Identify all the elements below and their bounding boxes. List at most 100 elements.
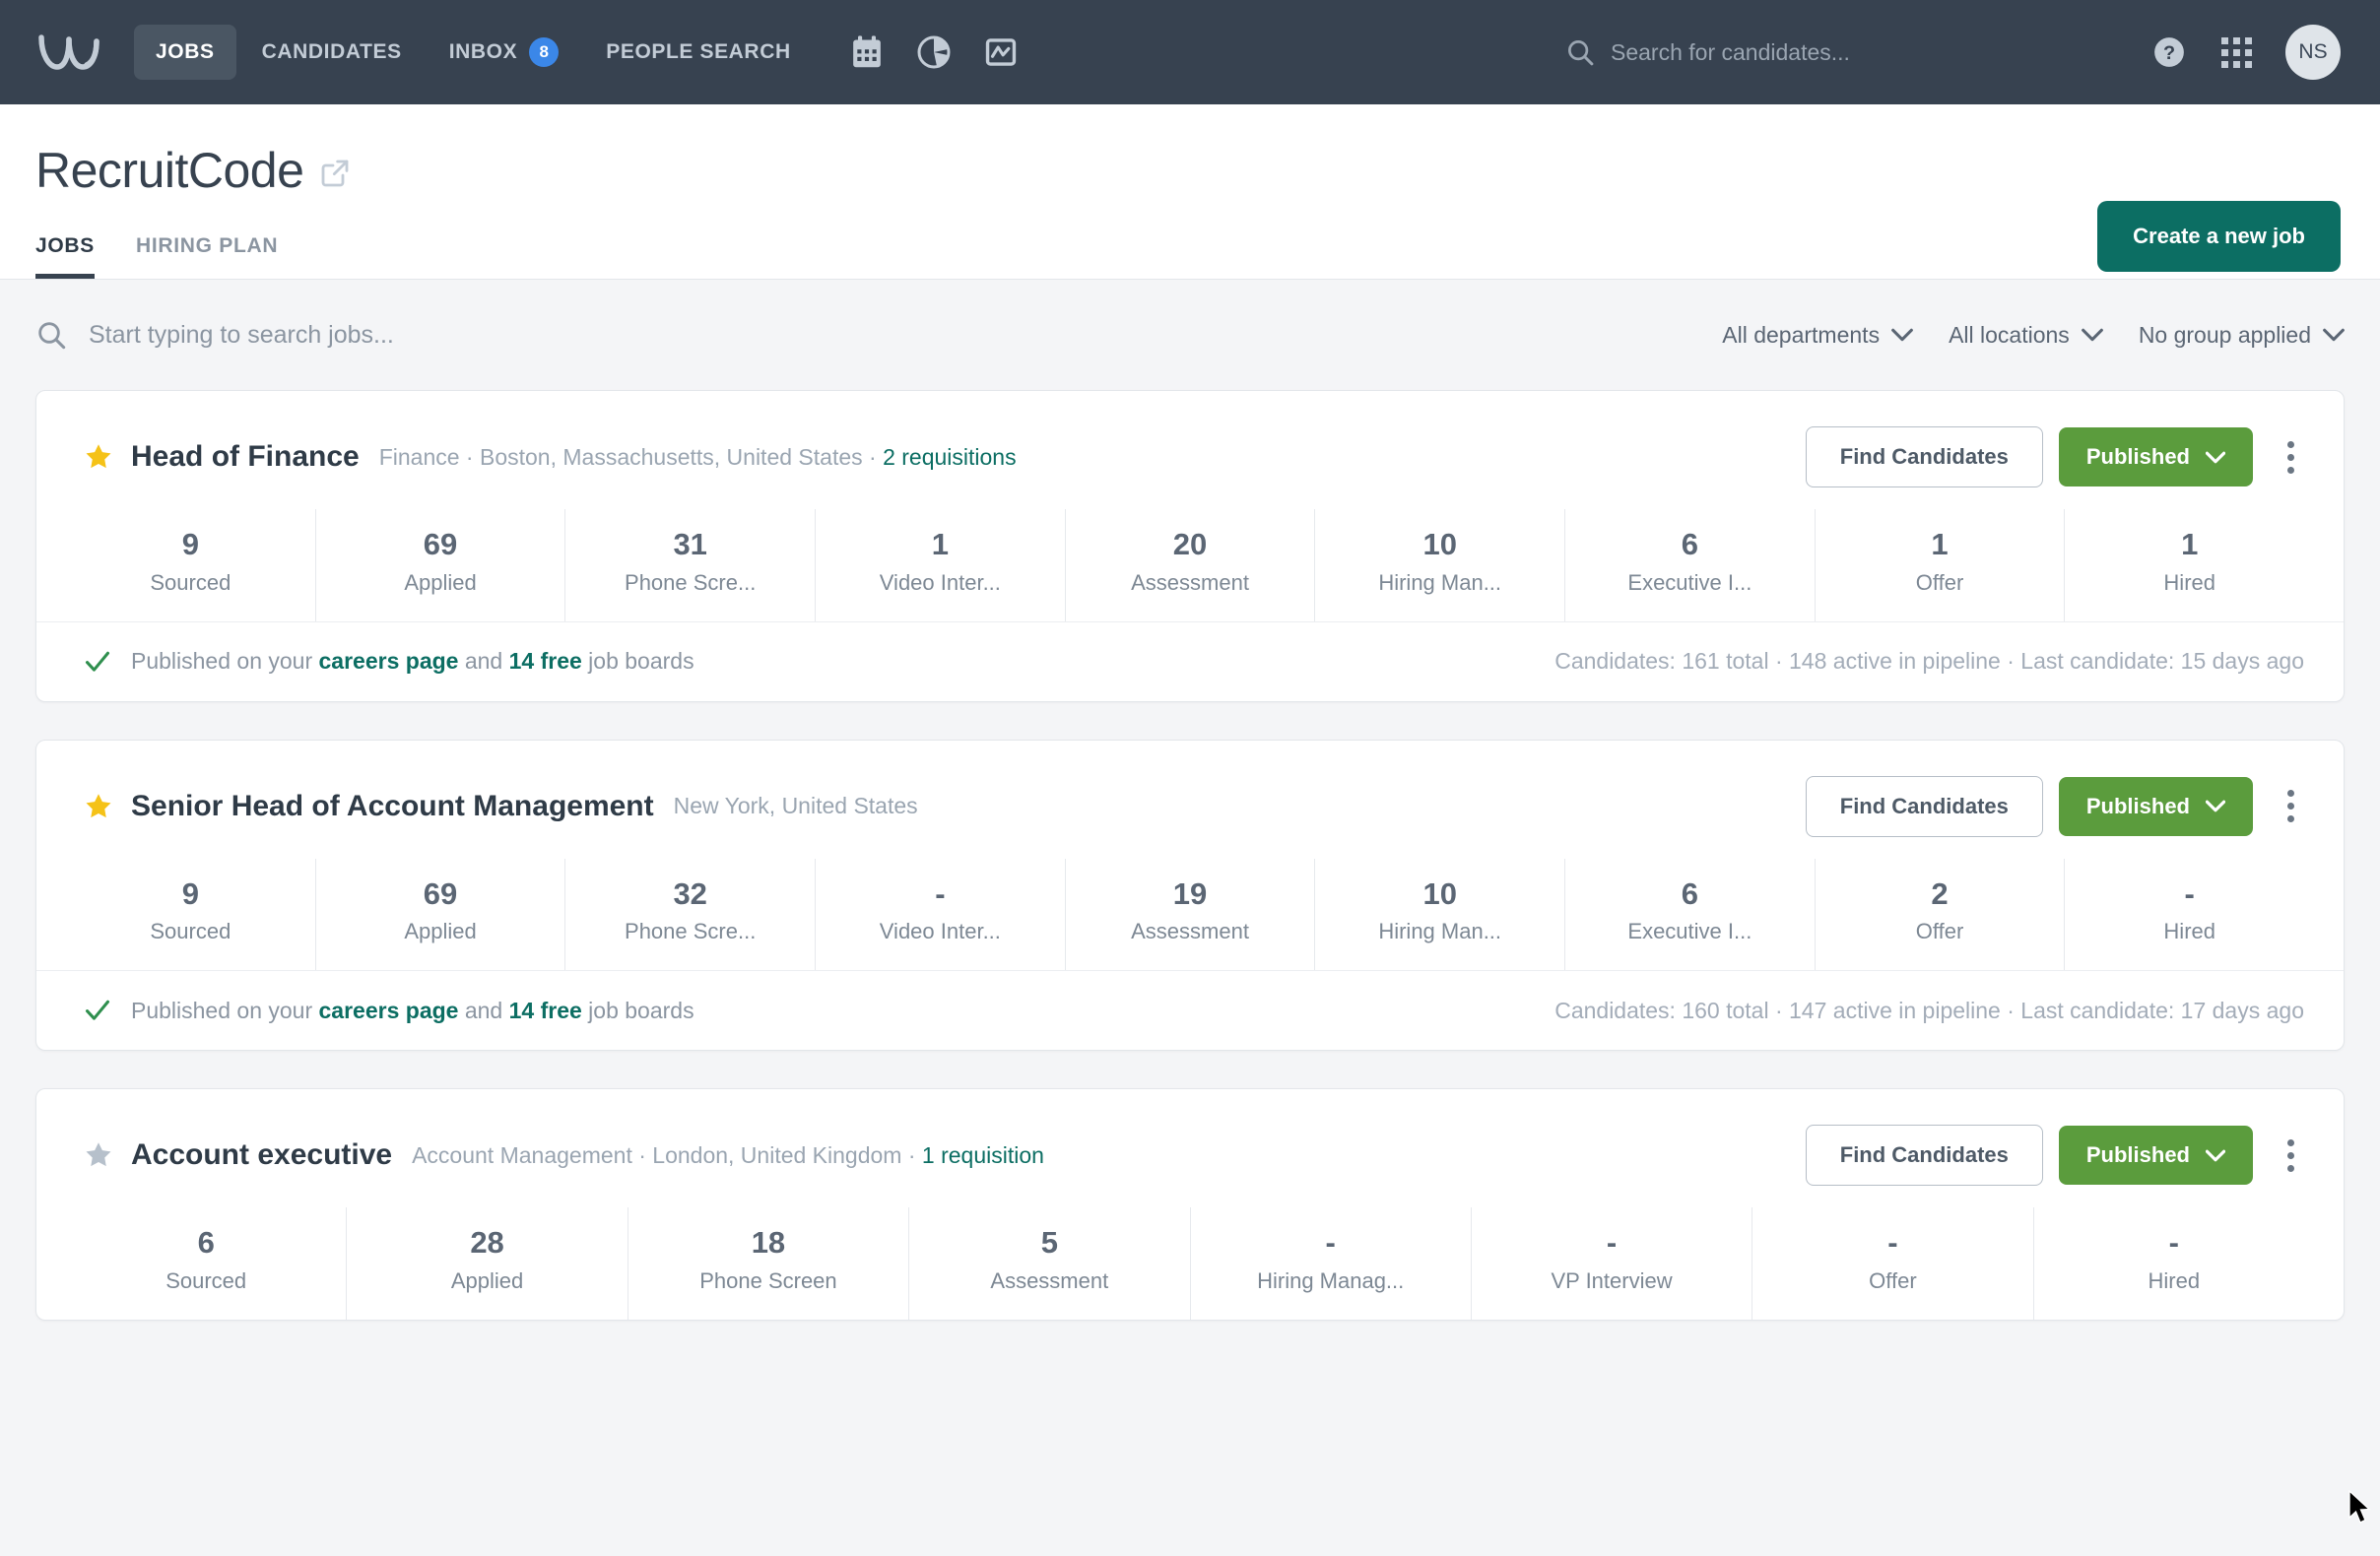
pipeline-stats-row: 9 Sourced 69 Applied 31 Phone Scre... 1 …: [36, 509, 2344, 621]
publish-text: Published on your careers page and 14 fr…: [131, 648, 694, 675]
requisitions-link[interactable]: 2 requisitions: [883, 444, 1017, 470]
pipeline-stage-stat[interactable]: 32 Phone Scre...: [565, 859, 816, 971]
job-card: Account executive Account Management · L…: [35, 1088, 2345, 1321]
analytics-icon[interactable]: [982, 33, 1020, 71]
pipeline-stage-label: Hiring Manag...: [1197, 1268, 1465, 1294]
find-candidates-button[interactable]: Find Candidates: [1806, 1125, 2043, 1186]
chevron-down-icon: [1891, 328, 1913, 342]
page-title: RecruitCode: [35, 142, 303, 199]
pipeline-stage-stat[interactable]: 6 Executive I...: [1565, 859, 1816, 971]
pipeline-stage-stat[interactable]: 18 Phone Screen: [628, 1207, 909, 1320]
nav-item-people-search[interactable]: PEOPLE SEARCH: [584, 25, 813, 80]
external-link-icon[interactable]: [319, 152, 351, 189]
pipeline-stage-stat[interactable]: - Hiring Manag...: [1191, 1207, 1472, 1320]
pipeline-stage-label: Phone Scre...: [571, 919, 809, 944]
check-icon: [84, 648, 111, 676]
tab-hiring-plan-label: HIRING PLAN: [136, 234, 278, 257]
pipeline-stage-stat[interactable]: 9 Sourced: [66, 509, 316, 621]
careers-page-link[interactable]: careers page: [319, 998, 459, 1023]
pipeline-stage-stat[interactable]: 6 Executive I...: [1565, 509, 1816, 621]
help-icon[interactable]: ?: [2150, 33, 2188, 71]
pipeline-stage-stat[interactable]: 5 Assessment: [909, 1207, 1190, 1320]
job-more-options-button[interactable]: [2269, 781, 2312, 832]
pipeline-stage-count: 10: [1321, 527, 1558, 562]
chevron-down-icon: [2082, 328, 2103, 342]
requisitions-link[interactable]: 1 requisition: [922, 1142, 1044, 1168]
inbox-unread-badge: 8: [529, 37, 559, 67]
pipeline-stage-stat[interactable]: 9 Sourced: [66, 859, 316, 971]
calendar-icon[interactable]: [848, 33, 886, 71]
primary-nav-items: JOBS CANDIDATES INBOX 8 PEOPLE SEARCH: [134, 22, 813, 83]
pipeline-stage-stat[interactable]: - VP Interview: [1472, 1207, 1752, 1320]
published-status-label: Published: [2086, 444, 2190, 470]
published-status-button[interactable]: Published: [2059, 1126, 2253, 1185]
locations-filter[interactable]: All locations: [1949, 322, 2103, 349]
tab-jobs[interactable]: JOBS: [35, 234, 95, 279]
published-status-button[interactable]: Published: [2059, 777, 2253, 836]
pipeline-stage-stat[interactable]: 6 Sourced: [66, 1207, 347, 1320]
pipeline-stage-stat[interactable]: 69 Applied: [316, 859, 566, 971]
pipeline-stage-stat[interactable]: 31 Phone Scre...: [565, 509, 816, 621]
publish-status: Published on your careers page and 14 fr…: [84, 648, 694, 676]
pipeline-stage-count: 9: [72, 876, 309, 912]
nav-item-people-search-label: PEOPLE SEARCH: [606, 40, 791, 64]
job-title[interactable]: Senior Head of Account Management: [131, 790, 654, 823]
published-status-label: Published: [2086, 794, 2190, 819]
group-filter-label: No group applied: [2139, 322, 2311, 349]
pipeline-stage-stat[interactable]: 1 Hired: [2065, 509, 2314, 621]
star-outline-icon[interactable]: [84, 1140, 113, 1170]
pipeline-stage-count: 5: [915, 1225, 1183, 1261]
pipeline-stage-stat[interactable]: 28 Applied: [347, 1207, 628, 1320]
workable-logo[interactable]: [30, 23, 114, 82]
pipeline-stage-label: Hired: [2071, 570, 2308, 596]
pipeline-stage-stat[interactable]: 2 Offer: [1816, 859, 2066, 971]
careers-page-link[interactable]: careers page: [319, 648, 459, 674]
pipeline-stage-stat[interactable]: - Hired: [2065, 859, 2314, 971]
nav-item-candidates[interactable]: CANDIDATES: [240, 25, 424, 80]
job-more-options-button[interactable]: [2269, 1130, 2312, 1181]
chevron-down-icon: [2323, 328, 2345, 342]
pipeline-stage-label: Hiring Man...: [1321, 919, 1558, 944]
apps-grid-icon[interactable]: [2221, 37, 2252, 68]
job-title[interactable]: Head of Finance: [131, 440, 360, 474]
free-boards-link[interactable]: 14 free: [509, 998, 582, 1023]
jobs-search-input[interactable]: Start typing to search jobs...: [35, 319, 1722, 351]
pipeline-stage-stat[interactable]: 1 Video Inter...: [816, 509, 1066, 621]
pipeline-stage-stat[interactable]: 10 Hiring Man...: [1315, 859, 1565, 971]
published-status-button[interactable]: Published: [2059, 427, 2253, 486]
departments-filter[interactable]: All departments: [1722, 322, 1913, 349]
create-new-job-button[interactable]: Create a new job: [2097, 201, 2341, 272]
pipeline-stage-stat[interactable]: 69 Applied: [316, 509, 566, 621]
pipeline-stage-count: 6: [1571, 876, 1809, 912]
pipeline-stage-stat[interactable]: - Offer: [1752, 1207, 2033, 1320]
job-card-header: Account executive Account Management · L…: [36, 1089, 2344, 1186]
pipeline-stage-count: 20: [1072, 527, 1309, 562]
star-filled-icon[interactable]: [84, 442, 113, 472]
search-icon: [1565, 37, 1595, 67]
job-card-header: Senior Head of Account Management New Yo…: [36, 741, 2344, 837]
pipeline-stage-stat[interactable]: 1 Offer: [1816, 509, 2066, 621]
pipeline-stage-count: -: [2071, 876, 2308, 912]
find-candidates-button[interactable]: Find Candidates: [1806, 776, 2043, 837]
job-card-actions: Find Candidates Published: [1806, 776, 2312, 837]
pipeline-stage-stat[interactable]: - Video Inter...: [816, 859, 1066, 971]
nav-item-inbox[interactable]: INBOX 8: [428, 22, 581, 83]
pipeline-stage-stat[interactable]: 19 Assessment: [1066, 859, 1316, 971]
find-candidates-button[interactable]: Find Candidates: [1806, 426, 2043, 487]
avatar[interactable]: NS: [2285, 25, 2341, 80]
tab-hiring-plan[interactable]: HIRING PLAN: [136, 234, 278, 279]
job-more-options-button[interactable]: [2269, 431, 2312, 483]
group-filter[interactable]: No group applied: [2139, 322, 2345, 349]
pipeline-stage-stat[interactable]: 20 Assessment: [1066, 509, 1316, 621]
star-filled-icon[interactable]: [84, 792, 113, 821]
pie-chart-icon[interactable]: [915, 33, 953, 71]
candidate-search-input[interactable]: Search for candidates...: [1565, 37, 2117, 67]
free-boards-link[interactable]: 14 free: [509, 648, 582, 674]
job-title[interactable]: Account executive: [131, 1138, 392, 1172]
job-card-footer: Published on your careers page and 14 fr…: [36, 970, 2344, 1050]
pipeline-stage-stat[interactable]: 10 Hiring Man...: [1315, 509, 1565, 621]
pipeline-stage-stat[interactable]: - Hired: [2034, 1207, 2314, 1320]
pipeline-stage-count: 10: [1321, 876, 1558, 912]
nav-item-jobs[interactable]: JOBS: [134, 25, 236, 80]
pipeline-stage-label: Phone Screen: [634, 1268, 902, 1294]
